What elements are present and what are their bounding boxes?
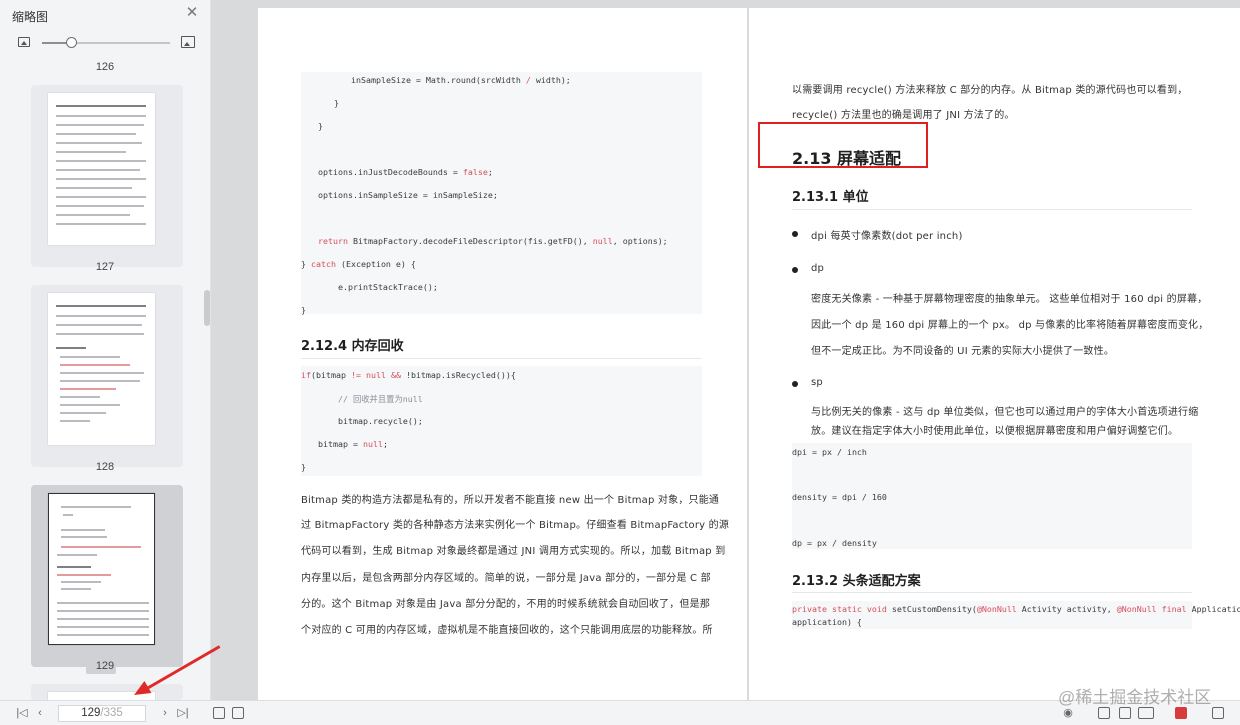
thumbnail-label-127: 127 — [95, 261, 115, 273]
code-line: dp = px / density — [792, 538, 877, 548]
fit-page-icon[interactable] — [1212, 707, 1224, 719]
image-large-icon[interactable] — [181, 36, 195, 48]
dpi-definition: dpi 每英寸像素数(dot per inch) — [811, 231, 963, 242]
paragraph-line: 过 BitmapFactory 类的各种静态方法来实例化一个 Bitmap。仔细… — [301, 520, 730, 531]
next-page-icon[interactable]: › — [157, 705, 173, 721]
sidebar-title: 缩略图 — [12, 10, 49, 24]
add-page-icon[interactable] — [213, 707, 225, 719]
continuous-view-icon[interactable] — [1098, 707, 1110, 719]
paragraph-line: 代码可以看到，生成 Bitmap 对象最终都是通过 JNI 调用方式实现的。所以… — [301, 546, 726, 557]
sp-description: 放。建议在指定字体大小时使用此单位，以便根据屏幕密度和用户偏好调整它们。 — [811, 426, 1179, 437]
code-line: options.inSampleSize = inSampleSize; — [318, 190, 498, 200]
paragraph-line: recycle() 方法里也的确是调用了 JNI 方法了的。 — [792, 110, 1015, 121]
page-left: inSampleSize = Math.round(srcWidth / wid… — [258, 0, 747, 700]
code-block-recycle: if(bitmap != null && !bitmap.isRecycled(… — [301, 366, 702, 476]
thumbnail-label-128: 128 — [95, 461, 115, 473]
dp-description: 因此一个 dp 是 160 dpi 屏幕上的一个 px。 dp 与像素的比率将随… — [811, 320, 1209, 331]
code-comment: // 回收并且置为null — [318, 394, 423, 404]
page-number-input[interactable]: 129/335 — [58, 705, 146, 722]
dp-description: 密度无关像素 - 一种基于屏幕物理密度的抽象单元。 这些单位相对于 160 dp… — [811, 294, 1208, 305]
paragraph-line: 分的。这个 Bitmap 对象是由 Java 部分分配的，不用的时候系统就会自动… — [301, 599, 711, 610]
sidebar-scrollbar[interactable] — [204, 290, 210, 326]
code-line: e.printStackTrace(); — [318, 282, 438, 292]
dp-description: 但不一定成正比。为不同设备的 UI 元素的实际大小提供了一致性。 — [811, 346, 1115, 357]
thumbnail-129-selected[interactable] — [31, 485, 183, 667]
sp-label: sp — [811, 377, 823, 388]
single-view-icon[interactable] — [1119, 707, 1131, 719]
sp-description: 与比例无关的像素 - 这与 dp 单位类似，但它也可以通过用户的字体大小首选项进… — [811, 407, 1199, 418]
play-icon[interactable] — [1175, 707, 1187, 719]
code-line: application) { — [792, 617, 862, 627]
bullet-icon — [792, 267, 798, 273]
pdf-reader-window: 缩略图 ✕ 126 127 128 129 inSampleSize = Mat… — [0, 0, 1240, 725]
thumbnail-128[interactable] — [31, 285, 183, 467]
bottom-toolbar: |◁ ‹ 129/335 › ▷| ◉ — [0, 700, 1240, 725]
document-view[interactable]: inSampleSize = Math.round(srcWidth / wid… — [212, 0, 1240, 700]
thumbnail-127[interactable] — [31, 85, 183, 267]
page-right: 以需要调用 recycle() 方法来释放 C 部分的内存。从 Bitmap 类… — [749, 0, 1240, 700]
code-block-units: dpi = px / inch density = dpi / 160 dp =… — [792, 443, 1192, 549]
double-page-view-icon[interactable] — [1138, 707, 1154, 719]
paragraph-line: 以需要调用 recycle() 方法来释放 C 部分的内存。从 Bitmap 类… — [792, 85, 1188, 96]
last-page-icon[interactable]: ▷| — [175, 705, 191, 721]
code-line: dpi = px / inch — [792, 447, 867, 457]
thumbnail-sidebar: 缩略图 ✕ 126 127 128 129 — [0, 0, 211, 700]
code-line: bitmap.recycle(); — [318, 416, 423, 426]
close-icon[interactable]: ✕ — [184, 5, 200, 21]
paragraph-line: Bitmap 类的构造方法都是私有的，所以开发者不能直接 new 出一个 Bit… — [301, 495, 720, 506]
paragraph-line: 内存里以后，是包含两部分内存区域的。简单的说，一部分是 Java 部分的，一部分… — [301, 573, 711, 584]
thumbnail-label-126: 126 — [95, 61, 115, 73]
dp-label: dp — [811, 263, 825, 274]
code-block-decode: inSampleSize = Math.round(srcWidth / wid… — [301, 72, 702, 315]
heading-2-13-2: 2.13.2 头条适配方案 — [792, 574, 921, 589]
thumbnail-page-129 — [48, 493, 155, 645]
first-page-icon[interactable]: |◁ — [14, 705, 30, 721]
bullet-icon — [792, 381, 798, 387]
heading-2-12-4: 2.12.4 内存回收 — [301, 339, 404, 354]
code-line: density = dpi / 160 — [792, 492, 887, 502]
annotation-red-box — [758, 122, 928, 168]
code-block-density: private static void setCustomDensity(@No… — [792, 601, 1240, 629]
prev-page-icon[interactable]: ‹ — [32, 705, 48, 721]
thumbnail-page-127 — [48, 93, 155, 245]
single-page-view-icon[interactable] — [232, 707, 244, 719]
heading-2-13-1: 2.13.1 单位 — [792, 190, 869, 205]
image-small-icon[interactable] — [18, 37, 30, 47]
thumbnail-page-128 — [48, 293, 155, 445]
thumbnail-130[interactable] — [31, 684, 183, 700]
paragraph-line: 个对应的 C 可用的内存区域，虚拟机是不能直接回收的，这个只能调用底层的功能释放… — [301, 625, 713, 636]
thumbnail-zoom-slider-thumb[interactable] — [66, 37, 77, 48]
bullet-icon — [792, 231, 798, 237]
watermark: @稀土掘金技术社区 — [1058, 688, 1212, 707]
